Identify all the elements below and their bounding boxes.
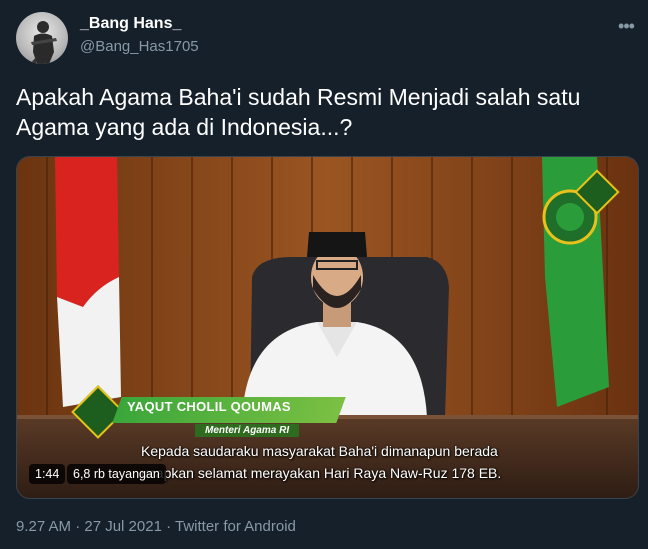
video-duration-badge: 1:44 [29, 464, 66, 484]
avatar[interactable] [16, 12, 68, 64]
lower-third-name: YAQUT CHOLIL QOUMAS [127, 399, 291, 414]
video-subtitle-line-2: ucapkan selamat merayakan Hari Raya Naw-… [141, 465, 502, 481]
display-name[interactable]: _Bang Hans_ [80, 15, 181, 33]
tweet-timestamp[interactable]: 9.27 AM · 27 Jul 2021 · Twitter for Andr… [16, 518, 296, 535]
more-horizontal-icon: ••• [618, 15, 635, 36]
tweet-text: Apakah Agama Baha'i sudah Resmi Menjadi … [16, 84, 581, 140]
video-player[interactable]: YAQUT CHOLIL QOUMAS Menteri Agama RI Kep… [16, 156, 639, 499]
user-handle[interactable]: @Bang_Has1705 [80, 38, 199, 55]
avatar-figure-icon [30, 21, 57, 64]
video-subtitle-line-1: Kepada saudaraku masyarakat Baha'i diman… [141, 443, 498, 459]
lower-third-title: Menteri Agama RI [195, 424, 300, 437]
more-options-button[interactable]: ••• [612, 14, 640, 38]
video-views-badge: 6,8 rb tayangan [67, 464, 166, 484]
